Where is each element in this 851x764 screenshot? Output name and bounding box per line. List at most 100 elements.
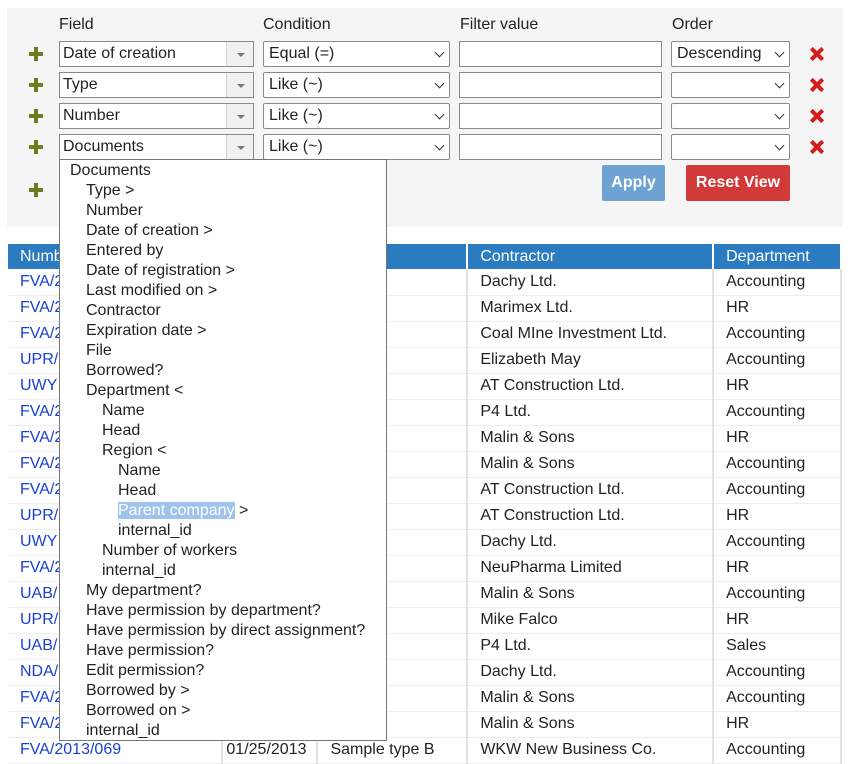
cell-contractor: Marimex Ltd.: [467, 295, 715, 322]
cell-contractor: Dachy Ltd.: [467, 659, 715, 686]
filter-value-input[interactable]: [459, 103, 662, 129]
dropdown-option[interactable]: Region <: [102, 441, 167, 461]
dropdown-option[interactable]: Head: [118, 481, 156, 501]
dropdown-option-label: Head: [118, 482, 157, 499]
dropdown-option[interactable]: Head: [102, 421, 140, 441]
chevron-down-icon[interactable]: [226, 135, 253, 159]
condition-select[interactable]: Equal (=): [263, 41, 450, 67]
dropdown-option[interactable]: Type >: [86, 181, 134, 201]
cell-department: HR: [713, 503, 842, 530]
dropdown-option[interactable]: Date of registration >: [86, 261, 235, 281]
condition-select-value: Like (~): [269, 107, 323, 124]
dropdown-option[interactable]: internal_id: [102, 561, 176, 581]
order-select[interactable]: [671, 134, 790, 160]
dropdown-option-label: Borrowed?: [86, 362, 164, 379]
filter-value-input[interactable]: [459, 134, 662, 160]
condition-select[interactable]: Like (~): [263, 72, 450, 98]
add-row-plus-icon[interactable]: [29, 47, 43, 61]
chevron-down-icon: [774, 109, 785, 120]
cell-contractor: P4 Ltd.: [467, 399, 715, 426]
cell-contractor: Malin & Sons: [467, 425, 715, 452]
cell-department: Accounting: [713, 529, 842, 556]
dropdown-option[interactable]: Borrowed?: [86, 361, 163, 381]
dropdown-option-label: My department?: [86, 582, 202, 599]
delete-row-icon[interactable]: [811, 48, 823, 60]
chevron-down-icon: [774, 47, 785, 58]
dropdown-option[interactable]: Entered by: [86, 241, 163, 261]
chevron-down-icon: [774, 78, 785, 89]
dropdown-option[interactable]: Contractor: [86, 301, 161, 321]
dropdown-option[interactable]: Borrowed by >: [86, 681, 190, 701]
cell-department: Accounting: [713, 685, 842, 712]
add-row-plus-icon[interactable]: [29, 140, 43, 154]
order-select[interactable]: Descending: [671, 41, 790, 67]
chevron-down-icon[interactable]: [226, 42, 253, 66]
add-filter-plus-icon[interactable]: [29, 183, 43, 197]
dropdown-option[interactable]: Expiration date >: [86, 321, 207, 341]
dropdown-option[interactable]: Number: [86, 201, 143, 221]
dropdown-option[interactable]: internal_id: [86, 721, 160, 740]
delete-row-icon[interactable]: [811, 79, 823, 91]
cell-department: Accounting: [713, 581, 842, 608]
field-combobox[interactable]: Type: [59, 72, 254, 98]
order-select[interactable]: [671, 103, 790, 129]
column-header-contractor[interactable]: Contractor: [467, 244, 715, 269]
condition-select-value: Like (~): [269, 76, 323, 93]
dropdown-option-suffix: >: [234, 502, 249, 519]
dropdown-option-label: internal_id: [102, 562, 176, 579]
delete-row-icon[interactable]: [811, 110, 823, 122]
dropdown-option[interactable]: Have permission by direct assignment?: [86, 621, 365, 641]
field-combobox[interactable]: Documents: [59, 134, 254, 160]
dropdown-option[interactable]: Number of workers: [102, 541, 237, 561]
dropdown-option[interactable]: internal_id: [118, 521, 192, 541]
delete-row-icon[interactable]: [811, 141, 823, 153]
apply-button[interactable]: Apply: [602, 165, 665, 201]
dropdown-option[interactable]: Name: [118, 461, 161, 481]
dropdown-option-label: File: [86, 342, 112, 359]
field-combobox[interactable]: Date of creation: [59, 41, 254, 67]
field-header: Field: [59, 16, 94, 33]
dropdown-option-label: Department <: [86, 382, 184, 399]
dropdown-option-label: Number of workers: [102, 542, 238, 559]
chevron-down-icon[interactable]: [226, 73, 253, 97]
add-row-plus-icon[interactable]: [29, 109, 43, 123]
dropdown-option-label: Date of creation >: [86, 222, 213, 239]
dropdown-option[interactable]: Borrowed on >: [86, 701, 191, 721]
add-row-plus-icon[interactable]: [29, 78, 43, 92]
cell-contractor: Mike Falco: [467, 607, 715, 634]
filter-value-input[interactable]: [459, 72, 662, 98]
dropdown-option[interactable]: Date of creation >: [86, 221, 213, 241]
cell-department: Accounting: [713, 347, 842, 374]
chevron-down-icon: [434, 47, 445, 58]
chevron-down-icon: [434, 78, 445, 89]
reset-view-button[interactable]: Reset View: [686, 165, 790, 201]
dropdown-option-label: Name: [118, 462, 161, 479]
chevron-down-icon[interactable]: [226, 104, 253, 128]
dropdown-option-label: internal_id: [118, 522, 192, 539]
field-dropdown-list[interactable]: Documents Type > Number Date of creation > E…: [59, 159, 387, 741]
cell-contractor: P4 Ltd.: [467, 633, 715, 660]
dropdown-option-label: Documents: [70, 162, 151, 179]
filter-value-input[interactable]: [459, 41, 662, 67]
dropdown-option[interactable]: Documents: [70, 161, 151, 181]
cell-department: Accounting: [713, 321, 842, 348]
condition-select[interactable]: Like (~): [263, 134, 450, 160]
condition-select[interactable]: Like (~): [263, 103, 450, 129]
chevron-down-icon: [434, 109, 445, 120]
cell-contractor: AT Construction Ltd.: [467, 477, 715, 504]
dropdown-option[interactable]: My department?: [86, 581, 202, 601]
chevron-down-icon: [774, 140, 785, 151]
dropdown-option[interactable]: File: [86, 341, 112, 361]
dropdown-option-label: Name: [102, 402, 145, 419]
dropdown-option[interactable]: Name: [102, 401, 145, 421]
dropdown-option[interactable]: Have permission by department?: [86, 601, 321, 621]
column-header-department[interactable]: Department: [713, 244, 842, 269]
dropdown-option[interactable]: Department <: [86, 381, 183, 401]
field-combobox[interactable]: Number: [59, 103, 254, 129]
dropdown-option[interactable]: Edit permission?: [86, 661, 204, 681]
dropdown-option[interactable]: Have permission?: [86, 641, 214, 661]
dropdown-option[interactable]: Parent company >: [118, 501, 248, 521]
cell-department: HR: [713, 711, 842, 738]
dropdown-option[interactable]: Last modified on >: [86, 281, 217, 301]
order-select[interactable]: [671, 72, 790, 98]
